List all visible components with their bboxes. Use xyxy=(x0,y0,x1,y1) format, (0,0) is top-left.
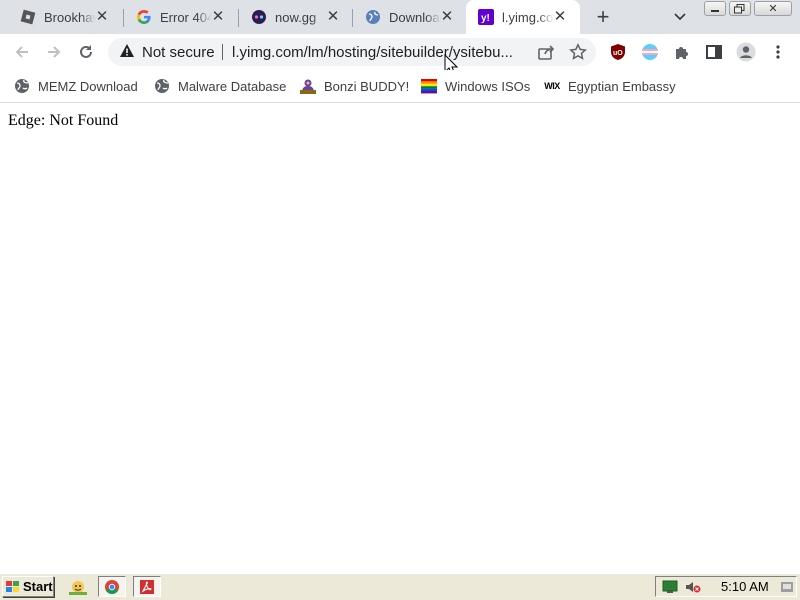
minimize-button[interactable] xyxy=(704,1,726,16)
network-monitor-icon[interactable] xyxy=(662,580,678,599)
globe-icon xyxy=(365,9,381,25)
ublock-origin-icon[interactable]: uO xyxy=(606,40,630,64)
system-tray: 5:10 AM xyxy=(655,576,797,597)
close-tab-icon[interactable]: ✕ xyxy=(325,9,341,25)
bookmarks-bar: MEMZ Download Malware Database Bonzi BUD… xyxy=(0,70,800,103)
bookmark-memz-download[interactable]: MEMZ Download xyxy=(14,76,138,96)
bookmark-malware-database[interactable]: Malware Database xyxy=(154,76,286,96)
forward-arrow-icon[interactable] xyxy=(42,40,66,64)
tab-brookhaven[interactable]: Brookhaven ✕ xyxy=(0,0,122,34)
close-tab-icon[interactable]: ✕ xyxy=(94,9,110,25)
svg-text:y!: y! xyxy=(481,13,490,24)
bookmark-label: Windows ISOs xyxy=(445,78,531,94)
close-window-button[interactable]: ✕ xyxy=(754,1,792,16)
reload-icon[interactable] xyxy=(74,40,98,64)
more-menu-icon[interactable] xyxy=(766,40,790,64)
close-tab-icon[interactable]: ✕ xyxy=(210,9,226,25)
rainbow-flag-icon xyxy=(421,78,437,94)
wix-icon: WIX xyxy=(544,81,560,91)
bookmark-bonzi-buddy[interactable]: Bonzi BUDDY! xyxy=(300,76,409,96)
windows-logo-icon xyxy=(5,580,21,594)
bookmark-egyptian-embassy[interactable]: WIX Egyptian Embassy xyxy=(544,76,676,96)
tab-search-chevron-down-icon[interactable] xyxy=(670,8,690,26)
bonzi-icon xyxy=(300,78,316,94)
restore-button[interactable] xyxy=(729,1,751,16)
tab-title: l.yimg.com xyxy=(502,9,554,25)
google-icon xyxy=(136,9,152,25)
chrome-taskbar-icon[interactable] xyxy=(98,576,126,597)
bookmark-label: Egyptian Embassy xyxy=(568,78,676,94)
bookmark-label: Malware Database xyxy=(178,78,287,94)
back-arrow-icon[interactable] xyxy=(10,40,34,64)
taskbar: Start 5:10 AM xyxy=(0,573,800,600)
not-secure-label[interactable]: Not secure xyxy=(142,44,215,61)
address-divider xyxy=(222,44,223,60)
tray-app-icon[interactable] xyxy=(780,580,794,599)
bonzi-taskbar-icon[interactable] xyxy=(64,576,92,597)
bookmark-star-icon[interactable] xyxy=(566,40,590,64)
bookmark-windows-isos[interactable]: Windows ISOs xyxy=(421,76,530,96)
svg-text:uO: uO xyxy=(613,50,623,57)
share-icon[interactable] xyxy=(534,40,558,64)
bookmark-label: MEMZ Download xyxy=(38,78,138,94)
page-content: Edge: Not Found xyxy=(0,103,800,573)
tab-strip: Brookhaven ✕ Error 404 ✕ now.gg ✕ Downlo… xyxy=(0,0,800,34)
extensions-puzzle-icon[interactable] xyxy=(670,40,694,64)
bookmark-label: Bonzi BUDDY! xyxy=(324,78,410,94)
nowgg-icon xyxy=(251,9,267,25)
roblox-icon xyxy=(20,9,36,25)
profile-avatar-icon[interactable] xyxy=(734,40,758,64)
new-tab-button[interactable]: + xyxy=(590,6,616,30)
tab-title: Error 404 xyxy=(160,9,212,25)
acrobat-taskbar-icon[interactable] xyxy=(133,576,161,597)
start-label: Start xyxy=(23,579,53,594)
close-tab-icon[interactable]: ✕ xyxy=(439,9,455,25)
url-text[interactable]: l.yimg.com/lm/hosting/sitebuilder/ysiteb… xyxy=(232,44,528,61)
tab-title: Download xyxy=(389,9,441,25)
warning-triangle-icon[interactable] xyxy=(119,43,135,59)
clock[interactable]: 5:10 AM xyxy=(721,579,769,594)
tab-title: Brookhaven xyxy=(44,9,96,25)
tab-nowgg[interactable]: now.gg ✕ xyxy=(231,0,353,34)
tab-lyimg-active[interactable]: y! l.yimg.com ✕ xyxy=(466,0,580,34)
close-tab-icon[interactable]: ✕ xyxy=(552,9,568,25)
globe-icon xyxy=(154,78,170,94)
tab-title: now.gg xyxy=(275,9,317,25)
globe-icon xyxy=(14,78,30,94)
start-button[interactable]: Start xyxy=(2,576,54,597)
side-panel-icon[interactable] xyxy=(702,40,726,64)
volume-muted-icon[interactable] xyxy=(685,580,701,599)
tab-download[interactable]: Download ✕ xyxy=(345,0,467,34)
tab-error-404[interactable]: Error 404 ✕ xyxy=(116,0,238,34)
page-body-text: Edge: Not Found xyxy=(8,112,119,129)
yahoo-icon: y! xyxy=(478,9,494,25)
extension-flag-icon[interactable] xyxy=(638,40,662,64)
